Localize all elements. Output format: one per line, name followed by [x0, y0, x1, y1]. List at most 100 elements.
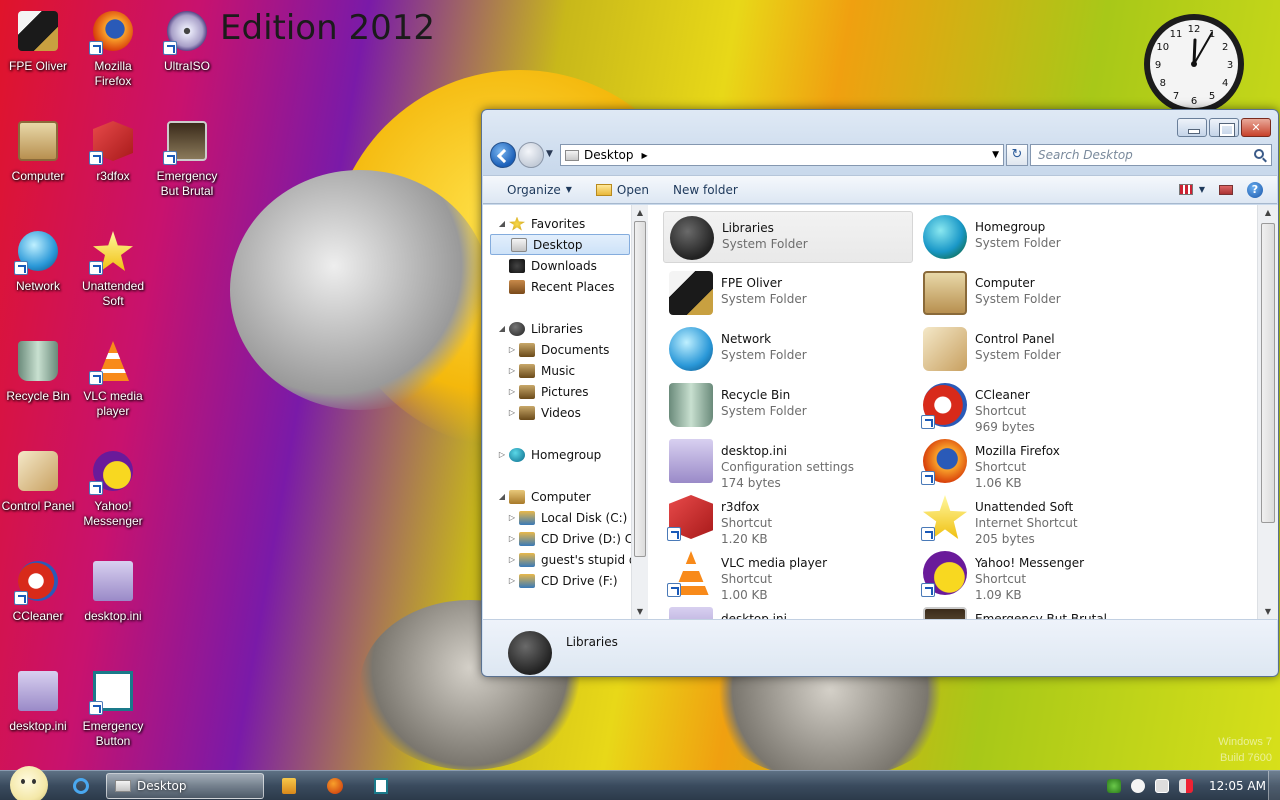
file-item[interactable]: Recycle Bin System Folder	[663, 379, 913, 431]
explorer-window[interactable]: ✕ ▼ Desktop ▶ ▼ ↻ Search Desktop Organiz…	[481, 109, 1279, 677]
nav-favorites[interactable]: ◢ Favorites	[497, 213, 631, 234]
expand-arrow-icon[interactable]: ▷	[497, 450, 507, 459]
emergency-button-pin[interactable]	[364, 774, 398, 798]
organize-button[interactable]: Organize ▼	[483, 183, 584, 197]
nav-music[interactable]: ▷ Music	[507, 360, 631, 381]
desktop-icon-item[interactable]: r3dfox	[75, 117, 151, 184]
nav-cd-drive-f[interactable]: ▷ CD Drive (F:)	[507, 570, 631, 591]
open-button[interactable]: Open	[584, 183, 661, 197]
expand-arrow-icon[interactable]: ▷	[507, 345, 517, 354]
scroll-down-icon[interactable]: ▼	[632, 607, 648, 616]
preview-pane-icon[interactable]	[1219, 184, 1233, 195]
desktop-icon-item[interactable]: CCleaner	[0, 557, 76, 624]
nav-cd-drive-d[interactable]: ▷ CD Drive (D:) CDI	[507, 528, 631, 549]
nav-downloads[interactable]: Downloads	[507, 255, 631, 276]
nav-documents[interactable]: ▷ Documents	[507, 339, 631, 360]
media-player-pin[interactable]	[272, 774, 306, 798]
address-dropdown-icon[interactable]: ▼	[992, 150, 999, 160]
desktop-icon-item[interactable]: Recycle Bin	[0, 337, 76, 404]
nav-desktop[interactable]: Desktop	[490, 234, 630, 255]
volume-muted-icon[interactable]	[1179, 779, 1194, 793]
file-item[interactable]: Libraries System Folder	[663, 211, 913, 263]
security-tray-icon[interactable]	[1107, 779, 1122, 793]
refresh-button[interactable]: ↻	[1006, 144, 1028, 166]
forward-button[interactable]	[518, 142, 544, 168]
scroll-down-icon[interactable]: ▼	[1258, 607, 1278, 616]
file-item[interactable]: desktop.ini	[663, 603, 913, 619]
desktop-icon-item[interactable]: desktop.ini	[75, 557, 151, 624]
network-tray-icon[interactable]	[1155, 779, 1170, 793]
file-item[interactable]: Mozilla Firefox Shortcut 1.06 KB	[917, 435, 1167, 490]
nav-guest-disk[interactable]: ▷ guest's stupid dis	[507, 549, 631, 570]
desktop-icon-item[interactable]: Mozilla Firefox	[75, 7, 151, 89]
file-item[interactable]: VLC media player Shortcut 1.00 KB	[663, 547, 913, 602]
file-item[interactable]: Network System Folder	[663, 323, 913, 375]
collapse-arrow-icon[interactable]: ◢	[497, 219, 507, 228]
file-item[interactable]: Unattended Soft Internet Shortcut 205 byte…	[917, 491, 1167, 546]
firefox-pin[interactable]	[318, 774, 352, 798]
minimize-button[interactable]	[1177, 118, 1207, 137]
scroll-up-icon[interactable]: ▲	[632, 208, 648, 217]
desktop-icon-item[interactable]: Emergency But Brutal	[149, 117, 225, 199]
file-item[interactable]: Emergency But Brutal	[917, 603, 1167, 619]
desktop-icon-item[interactable]: desktop.ini	[0, 667, 76, 734]
nav-recent-places[interactable]: Recent Places	[507, 276, 631, 297]
file-item[interactable]: Homegroup System Folder	[917, 211, 1167, 263]
clock-gadget[interactable]: 123456789101112	[1131, 6, 1257, 114]
nav-homegroup[interactable]: ▷ Homegroup	[497, 444, 631, 465]
desktop-icon-item[interactable]: Emergency Button	[75, 667, 151, 749]
nav-pane-scrollbar[interactable]: ▲ ▼	[631, 205, 648, 619]
address-bar[interactable]: Desktop ▶ ▼	[560, 144, 1004, 166]
file-item[interactable]: Computer System Folder	[917, 267, 1167, 319]
nav-computer[interactable]: ◢ Computer	[497, 486, 631, 507]
desktop-icon-item[interactable]: FPE Oliver	[0, 7, 76, 74]
desktop-icon-item[interactable]: Control Panel	[0, 447, 76, 514]
desktop-icon-item[interactable]: Network	[0, 227, 76, 294]
taskbar-clock[interactable]: 12:05 AM	[1209, 779, 1266, 793]
back-button[interactable]	[490, 142, 516, 168]
scroll-up-icon[interactable]: ▲	[1258, 208, 1278, 217]
desktop-icon-item[interactable]: UltraISO	[149, 7, 225, 74]
file-item[interactable]: r3dfox Shortcut 1.20 KB	[663, 491, 913, 546]
maximize-button[interactable]	[1209, 118, 1239, 137]
change-view-icon[interactable]	[1178, 184, 1193, 195]
expand-arrow-icon[interactable]: ▷	[507, 534, 517, 543]
breadcrumb-arrow-icon[interactable]: ▶	[642, 151, 648, 160]
nav-scroll-thumb[interactable]	[634, 221, 646, 557]
search-input[interactable]: Search Desktop	[1030, 144, 1272, 166]
file-scroll-thumb[interactable]	[1261, 223, 1275, 523]
search-icon[interactable]	[1254, 149, 1264, 159]
start-button[interactable]	[10, 766, 48, 800]
expand-arrow-icon[interactable]: ▷	[507, 408, 517, 417]
help-icon[interactable]: ?	[1247, 181, 1263, 198]
show-desktop-button[interactable]	[1268, 771, 1280, 800]
desktop-icon-item[interactable]: Yahoo! Messenger	[75, 447, 151, 529]
file-item[interactable]: Yahoo! Messenger Shortcut 1.09 KB	[917, 547, 1167, 602]
nav-videos[interactable]: ▷ Videos	[507, 402, 631, 423]
file-item[interactable]: CCleaner Shortcut 969 bytes	[917, 379, 1167, 434]
expand-arrow-icon[interactable]: ▷	[507, 387, 517, 396]
expand-arrow-icon[interactable]: ▷	[507, 366, 517, 375]
file-item[interactable]: desktop.ini Configuration settings 174 byt…	[663, 435, 913, 490]
address-crumb-desktop[interactable]: Desktop	[584, 148, 634, 162]
nav-pictures[interactable]: ▷ Pictures	[507, 381, 631, 402]
new-folder-button[interactable]: New folder	[661, 183, 750, 197]
expand-arrow-icon[interactable]: ▷	[507, 513, 517, 522]
collapse-arrow-icon[interactable]: ◢	[497, 492, 507, 501]
recent-pages-dropdown[interactable]: ▼	[546, 149, 553, 159]
desktop-icon-item[interactable]: Computer	[0, 117, 76, 184]
nav-libraries[interactable]: ◢ Libraries	[497, 318, 631, 339]
view-options-chevron-icon[interactable]: ▼	[1199, 185, 1205, 194]
file-list-scrollbar[interactable]: ▲ ▼	[1257, 205, 1278, 619]
desktop-icon-item[interactable]: VLC media player	[75, 337, 151, 419]
messenger-tray-icon[interactable]	[1131, 779, 1146, 793]
file-item[interactable]: Control Panel System Folder	[917, 323, 1167, 375]
taskbar-explorer-window[interactable]: Desktop	[106, 773, 264, 799]
file-item[interactable]: FPE Oliver System Folder	[663, 267, 913, 319]
close-button[interactable]: ✕	[1241, 118, 1271, 137]
desktop-icon-item[interactable]: Unattended Soft	[75, 227, 151, 309]
internet-explorer-pin[interactable]	[64, 774, 98, 798]
nav-local-disk[interactable]: ▷ Local Disk (C:)	[507, 507, 631, 528]
expand-arrow-icon[interactable]: ▷	[507, 555, 517, 564]
expand-arrow-icon[interactable]: ▷	[507, 576, 517, 585]
